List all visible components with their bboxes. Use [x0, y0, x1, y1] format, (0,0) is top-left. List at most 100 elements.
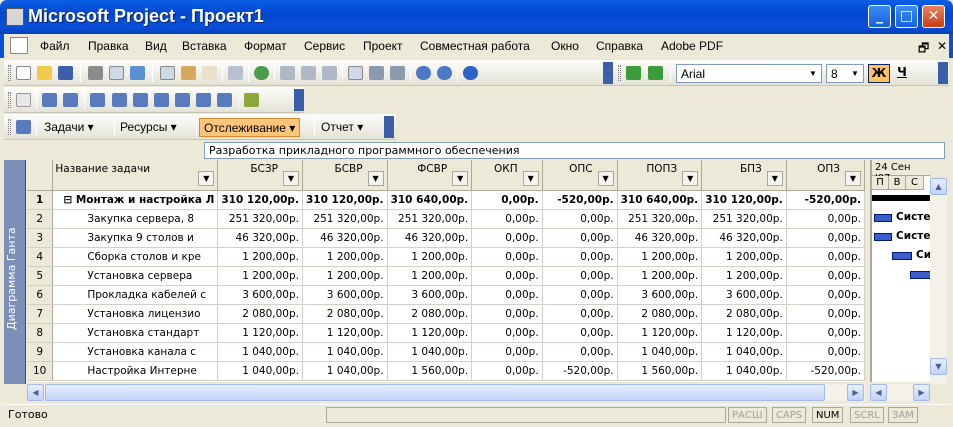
- format-painter-icon[interactable]: [202, 66, 217, 80]
- cost-cell[interactable]: 0,00р.: [471, 361, 543, 381]
- font-size-select[interactable]: 8 ▼: [826, 64, 864, 83]
- row-id[interactable]: 7: [27, 304, 54, 324]
- task-pane-icon[interactable]: [16, 120, 31, 134]
- cost-cell[interactable]: 1 120,00р.: [617, 323, 703, 343]
- column-header[interactable]: ПОПЗ ▼: [617, 160, 703, 191]
- cost-cell[interactable]: 0,00р.: [542, 247, 618, 267]
- task-name-cell[interactable]: Установка лицензио: [52, 304, 219, 324]
- row-id[interactable]: 10: [27, 361, 54, 381]
- column-header[interactable]: БПЗ ▼: [701, 160, 787, 191]
- task-bar[interactable]: [874, 214, 892, 222]
- row-id[interactable]: 6: [27, 285, 54, 305]
- close-doc-icon[interactable]: ✕: [937, 39, 947, 53]
- table-row[interactable]: 3 Закупка 9 столов и 46 320,00р. 46 320,00р…: [27, 228, 865, 248]
- unlink-tasks-icon[interactable]: [301, 66, 316, 80]
- task-name-cell[interactable]: Прокладка кабелей с: [52, 285, 219, 305]
- cost-cell[interactable]: 0,00р.: [542, 228, 618, 248]
- scroll-left-icon[interactable]: ◀: [870, 384, 887, 401]
- cost-cell[interactable]: 1 040,00р.: [617, 342, 703, 362]
- menu-help[interactable]: Справка: [596, 39, 643, 53]
- notes-icon[interactable]: [369, 66, 384, 80]
- complete-75-icon[interactable]: [175, 93, 190, 107]
- table-row[interactable]: 1 ⊟ Монтаж и настройка Л 310 120,00р. 310 1…: [27, 190, 865, 210]
- minimize-button[interactable]: _: [868, 5, 891, 28]
- scroll-down-icon[interactable]: ▼: [930, 358, 947, 375]
- row-id[interactable]: 1: [27, 190, 54, 210]
- copy-icon[interactable]: [160, 66, 175, 80]
- chevron-down-icon[interactable]: ▼: [848, 66, 862, 81]
- table-row[interactable]: 8 Установка стандарт 1 120,00р. 1 120,00р. 1…: [27, 323, 865, 343]
- menu-collaborate[interactable]: Совместная работа: [420, 39, 530, 53]
- vertical-scrollbar[interactable]: ▲ ▼: [930, 178, 947, 384]
- row-id[interactable]: 4: [27, 247, 54, 267]
- assign-resources-icon[interactable]: [390, 66, 405, 80]
- cost-cell[interactable]: 1 200,00р.: [302, 247, 388, 267]
- scroll-right-icon[interactable]: ▶: [847, 384, 864, 401]
- cost-cell[interactable]: 1 120,00р.: [387, 323, 473, 343]
- task-info-icon[interactable]: [348, 66, 363, 80]
- cost-cell[interactable]: 1 200,00р.: [387, 266, 473, 286]
- cost-cell[interactable]: 1 040,00р.: [701, 361, 787, 381]
- indent-icon[interactable]: [648, 66, 663, 80]
- cost-cell[interactable]: 310 120,00р.: [302, 190, 388, 210]
- cost-cell[interactable]: 251 320,00р.: [701, 209, 787, 229]
- font-name-select[interactable]: Arial ▼: [676, 64, 822, 83]
- cost-cell[interactable]: 3 600,00р.: [217, 285, 303, 305]
- cost-cell[interactable]: 1 200,00р.: [617, 266, 703, 286]
- tasks-button[interactable]: Задачи ▾: [40, 118, 98, 137]
- menu-window[interactable]: Окно: [551, 39, 579, 53]
- cost-cell[interactable]: 2 080,00р.: [701, 304, 787, 324]
- menu-edit[interactable]: Правка: [88, 39, 129, 53]
- cost-cell[interactable]: 1 200,00р.: [701, 247, 787, 267]
- cost-cell[interactable]: 0,00р.: [471, 342, 543, 362]
- maximize-button[interactable]: □: [895, 5, 918, 28]
- table-row[interactable]: 6 Прокладка кабелей с3 600,00р. 3 600,00р.…: [27, 285, 865, 305]
- hyperlink-icon[interactable]: [254, 66, 269, 80]
- row-id[interactable]: 8: [27, 323, 54, 343]
- task-bar[interactable]: [874, 233, 892, 241]
- chevron-down-icon[interactable]: ▼: [198, 170, 215, 186]
- print-icon[interactable]: [88, 66, 103, 80]
- cost-cell[interactable]: 251 320,00р.: [387, 209, 473, 229]
- row-id[interactable]: 5: [27, 266, 54, 286]
- cost-cell[interactable]: -520,00р.: [542, 190, 618, 210]
- column-header[interactable]: БСЗР ▼: [217, 160, 303, 191]
- task-name-cell[interactable]: Установка стандарт: [52, 323, 219, 343]
- cost-cell[interactable]: 0,00р.: [471, 304, 543, 324]
- cost-cell[interactable]: 310 120,00р.: [701, 190, 787, 210]
- summary-bar[interactable]: [872, 195, 930, 201]
- scroll-right-icon[interactable]: ▶: [913, 384, 930, 401]
- cost-cell[interactable]: 1 560,00р.: [617, 361, 703, 381]
- column-header[interactable]: ОПС ▼: [542, 160, 618, 191]
- cost-cell[interactable]: 0,00р.: [542, 304, 618, 324]
- reschedule-work-icon[interactable]: [63, 93, 78, 107]
- complete-25-icon[interactable]: [133, 93, 148, 107]
- document-icon[interactable]: [10, 37, 28, 54]
- cost-cell[interactable]: 0,00р.: [786, 323, 865, 343]
- cost-cell[interactable]: 1 120,00р.: [701, 323, 787, 343]
- menu-insert[interactable]: Вставка: [182, 39, 227, 53]
- cost-cell[interactable]: 0,00р.: [471, 228, 543, 248]
- table-row[interactable]: 2 Закупка сервера, 8 251 320,00р. 251 320,0…: [27, 209, 865, 229]
- table-row[interactable]: 5 Установка сервера 1 200,00р. 1 200,00р. 1 …: [27, 266, 865, 286]
- cost-cell[interactable]: 46 320,00р.: [387, 228, 473, 248]
- cost-cell[interactable]: 0,00р.: [542, 285, 618, 305]
- cost-cell[interactable]: -520,00р.: [786, 190, 865, 210]
- task-name-cell[interactable]: Установка канала с: [52, 342, 219, 362]
- close-button[interactable]: ✕: [922, 5, 945, 28]
- column-header[interactable]: ФСВР ▼: [387, 160, 473, 191]
- gantt-chart[interactable]: 24 Сен '07 П В С Систе Систе Си: [870, 160, 930, 382]
- save-icon[interactable]: [58, 66, 73, 80]
- chevron-down-icon[interactable]: ▼: [452, 170, 469, 186]
- task-name-cell[interactable]: Настройка Интерне: [52, 361, 219, 381]
- update-as-scheduled-icon[interactable]: [42, 93, 57, 107]
- cost-cell[interactable]: 1 120,00р.: [302, 323, 388, 343]
- cost-cell[interactable]: 1 040,00р.: [302, 342, 388, 362]
- table-row[interactable]: 10 Настройка Интерне 1 040,00р. 1 040,00р. 1…: [27, 361, 865, 381]
- cost-cell[interactable]: 0,00р.: [786, 342, 865, 362]
- cost-cell[interactable]: 310 640,00р.: [617, 190, 703, 210]
- row-id[interactable]: 3: [27, 228, 54, 248]
- cost-cell[interactable]: 0,00р.: [471, 285, 543, 305]
- cost-cell[interactable]: 1 560,00р.: [387, 361, 473, 381]
- entry-field[interactable]: Разработка прикладного программного обес…: [204, 142, 945, 159]
